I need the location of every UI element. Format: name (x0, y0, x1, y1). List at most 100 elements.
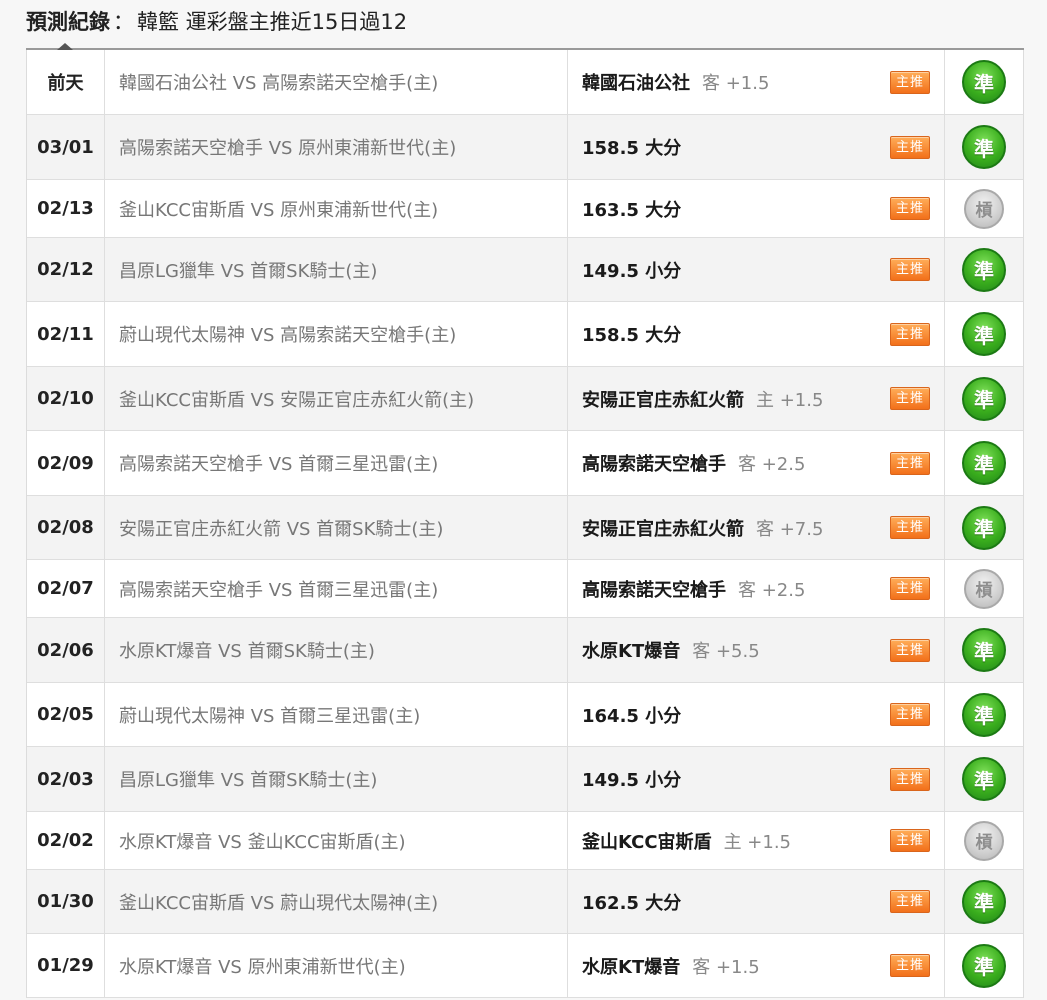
result-cell: 槓 (945, 180, 1023, 237)
pick-cell: 釜山KCC宙斯盾主 +1.5 主推 (568, 812, 945, 869)
pick-cell: 158.5 大分 主推 (568, 302, 945, 366)
result-hit-icon: 準 (962, 312, 1006, 356)
header-label: 預測紀錄 (26, 10, 110, 34)
pick-main: 149.5 小分 (582, 770, 682, 791)
match-teams[interactable]: 韓國石油公社 VS 高陽索諾天空槍手(主) (105, 50, 568, 114)
match-teams[interactable]: 釜山KCC宙斯盾 VS 原州東浦新世代(主) (105, 180, 568, 237)
table-row: 02/08 安陽正官庄赤紅火箭 VS 首爾SK騎士(主) 安陽正官庄赤紅火箭客 +7… (27, 496, 1023, 560)
pick-text: 158.5 大分 (582, 321, 681, 347)
match-teams[interactable]: 昌原LG獵隼 VS 首爾SK騎士(主) (105, 747, 568, 811)
match-date: 01/29 (27, 934, 105, 997)
pick-text: 162.5 大分 (582, 889, 681, 915)
main-pick-badge: 主推 (890, 516, 930, 539)
main-pick-badge: 主推 (890, 387, 930, 410)
result-hit-icon: 準 (962, 943, 1006, 988)
match-date: 02/05 (27, 683, 105, 746)
result-hit-icon: 準 (962, 376, 1006, 421)
match-teams[interactable]: 蔚山現代太陽神 VS 首爾三星迅雷(主) (105, 683, 568, 746)
result-cell: 準 (945, 431, 1023, 495)
match-teams[interactable]: 安陽正官庄赤紅火箭 VS 首爾SK騎士(主) (105, 496, 568, 559)
pick-cell: 韓國石油公社客 +1.5 主推 (568, 50, 945, 114)
match-date: 02/09 (27, 431, 105, 495)
prediction-records-table: 前天 韓國石油公社 VS 高陽索諾天空槍手(主) 韓國石油公社客 +1.5 主推準 03… (26, 50, 1024, 998)
result-hit-icon: 準 (962, 125, 1006, 169)
pick-main: 釜山KCC宙斯盾 (582, 831, 712, 853)
result-cell: 準 (945, 747, 1023, 811)
pick-main: 162.5 大分 (582, 892, 682, 914)
match-teams[interactable]: 水原KT爆音 VS 首爾SK騎士(主) (105, 618, 568, 682)
pick-spread: 主 +1.5 (756, 389, 824, 411)
pick-cell: 水原KT爆音客 +1.5 主推 (568, 934, 945, 997)
pick-cell: 高陽索諾天空槍手客 +2.5 主推 (568, 431, 945, 495)
pick-text: 韓國石油公社客 +1.5 (582, 69, 769, 95)
table-row: 01/30 釜山KCC宙斯盾 VS 蔚山現代太陽神(主) 162.5 大分 主推 準 (27, 870, 1023, 934)
main-pick-badge: 主推 (890, 70, 930, 94)
pick-main: 安陽正官庄赤紅火箭 (582, 518, 744, 540)
match-teams[interactable]: 高陽索諾天空槍手 VS 首爾三星迅雷(主) (105, 560, 568, 617)
match-teams[interactable]: 釜山KCC宙斯盾 VS 安陽正官庄赤紅火箭(主) (105, 367, 568, 430)
match-teams[interactable]: 蔚山現代太陽神 VS 高陽索諾天空槍手(主) (105, 302, 568, 366)
pick-cell: 安陽正官庄赤紅火箭客 +7.5 主推 (568, 496, 945, 559)
pick-main: 163.5 大分 (582, 199, 682, 221)
match-teams[interactable]: 釜山KCC宙斯盾 VS 蔚山現代太陽神(主) (105, 870, 568, 933)
header-separator: ： (113, 10, 134, 34)
pick-main: 164.5 小分 (582, 705, 682, 727)
result-cell: 準 (945, 934, 1023, 997)
result-cell: 準 (945, 302, 1023, 366)
result-cell: 槓 (945, 812, 1023, 869)
table-row: 02/06 水原KT爆音 VS 首爾SK騎士(主) 水原KT爆音客 +5.5 主推 準 (27, 618, 1023, 683)
match-date: 02/07 (27, 560, 105, 617)
result-hit-icon: 準 (962, 505, 1006, 550)
match-date: 02/10 (27, 367, 105, 430)
match-date: 前天 (27, 50, 105, 114)
match-teams[interactable]: 高陽索諾天空槍手 VS 首爾三星迅雷(主) (105, 431, 568, 495)
match-date: 02/02 (27, 812, 105, 869)
pick-main: 158.5 大分 (582, 325, 682, 346)
main-pick-badge: 主推 (890, 258, 930, 281)
pick-main: 158.5 大分 (582, 138, 682, 159)
match-date: 02/08 (27, 496, 105, 559)
table-row: 03/01 高陽索諾天空槍手 VS 原州東浦新世代(主) 158.5 大分 主推 準 (27, 115, 1023, 180)
pick-cell: 149.5 小分 主推 (568, 238, 945, 301)
main-pick-badge: 主推 (890, 890, 930, 913)
match-teams[interactable]: 昌原LG獵隼 VS 首爾SK騎士(主) (105, 238, 568, 301)
main-pick-badge: 主推 (890, 954, 930, 977)
table-row: 02/05 蔚山現代太陽神 VS 首爾三星迅雷(主) 164.5 小分 主推 準 (27, 683, 1023, 747)
pick-cell: 安陽正官庄赤紅火箭主 +1.5 主推 (568, 367, 945, 430)
result-hit-icon: 準 (962, 60, 1006, 104)
match-date: 02/13 (27, 180, 105, 237)
match-teams[interactable]: 水原KT爆音 VS 釜山KCC宙斯盾(主) (105, 812, 568, 869)
result-cell: 準 (945, 238, 1023, 301)
table-row: 02/03 昌原LG獵隼 VS 首爾SK騎士(主) 149.5 小分 主推 準 (27, 747, 1023, 812)
pick-text: 水原KT爆音客 +5.5 (582, 637, 760, 663)
pick-spread: 客 +2.5 (738, 579, 806, 601)
pick-main: 水原KT爆音 (582, 641, 681, 662)
match-teams[interactable]: 水原KT爆音 VS 原州東浦新世代(主) (105, 934, 568, 997)
main-pick-badge: 主推 (890, 322, 930, 346)
result-hit-icon: 準 (962, 441, 1006, 485)
main-pick-badge: 主推 (890, 767, 930, 791)
pick-text: 高陽索諾天空槍手客 +2.5 (582, 450, 805, 476)
pick-text: 149.5 小分 (582, 257, 681, 283)
main-pick-badge: 主推 (890, 197, 930, 220)
result-hit-icon: 準 (962, 247, 1006, 292)
pick-spread: 客 +1.5 (692, 956, 760, 978)
pick-text: 釜山KCC宙斯盾主 +1.5 (582, 828, 791, 854)
pick-cell: 水原KT爆音客 +5.5 主推 (568, 618, 945, 682)
pick-main: 韓國石油公社 (582, 73, 690, 94)
pick-main: 安陽正官庄赤紅火箭 (582, 389, 744, 411)
result-cell: 準 (945, 870, 1023, 933)
pick-spread: 客 +7.5 (756, 518, 824, 540)
result-hit-icon: 準 (962, 757, 1006, 801)
match-teams[interactable]: 高陽索諾天空槍手 VS 原州東浦新世代(主) (105, 115, 568, 179)
table-row: 01/29 水原KT爆音 VS 原州東浦新世代(主) 水原KT爆音客 +1.5 主推 準 (27, 934, 1023, 998)
table-row: 02/12 昌原LG獵隼 VS 首爾SK騎士(主) 149.5 小分 主推 準 (27, 238, 1023, 302)
match-date: 02/12 (27, 238, 105, 301)
pick-text: 安陽正官庄赤紅火箭主 +1.5 (582, 386, 823, 412)
pick-text: 高陽索諾天空槍手客 +2.5 (582, 576, 805, 602)
main-pick-badge: 主推 (890, 451, 930, 475)
header-summary: 韓籃 運彩盤主推近15日過12 (137, 10, 408, 34)
result-push-icon: 槓 (964, 188, 1004, 229)
result-cell: 準 (945, 367, 1023, 430)
main-pick-badge: 主推 (890, 638, 930, 662)
